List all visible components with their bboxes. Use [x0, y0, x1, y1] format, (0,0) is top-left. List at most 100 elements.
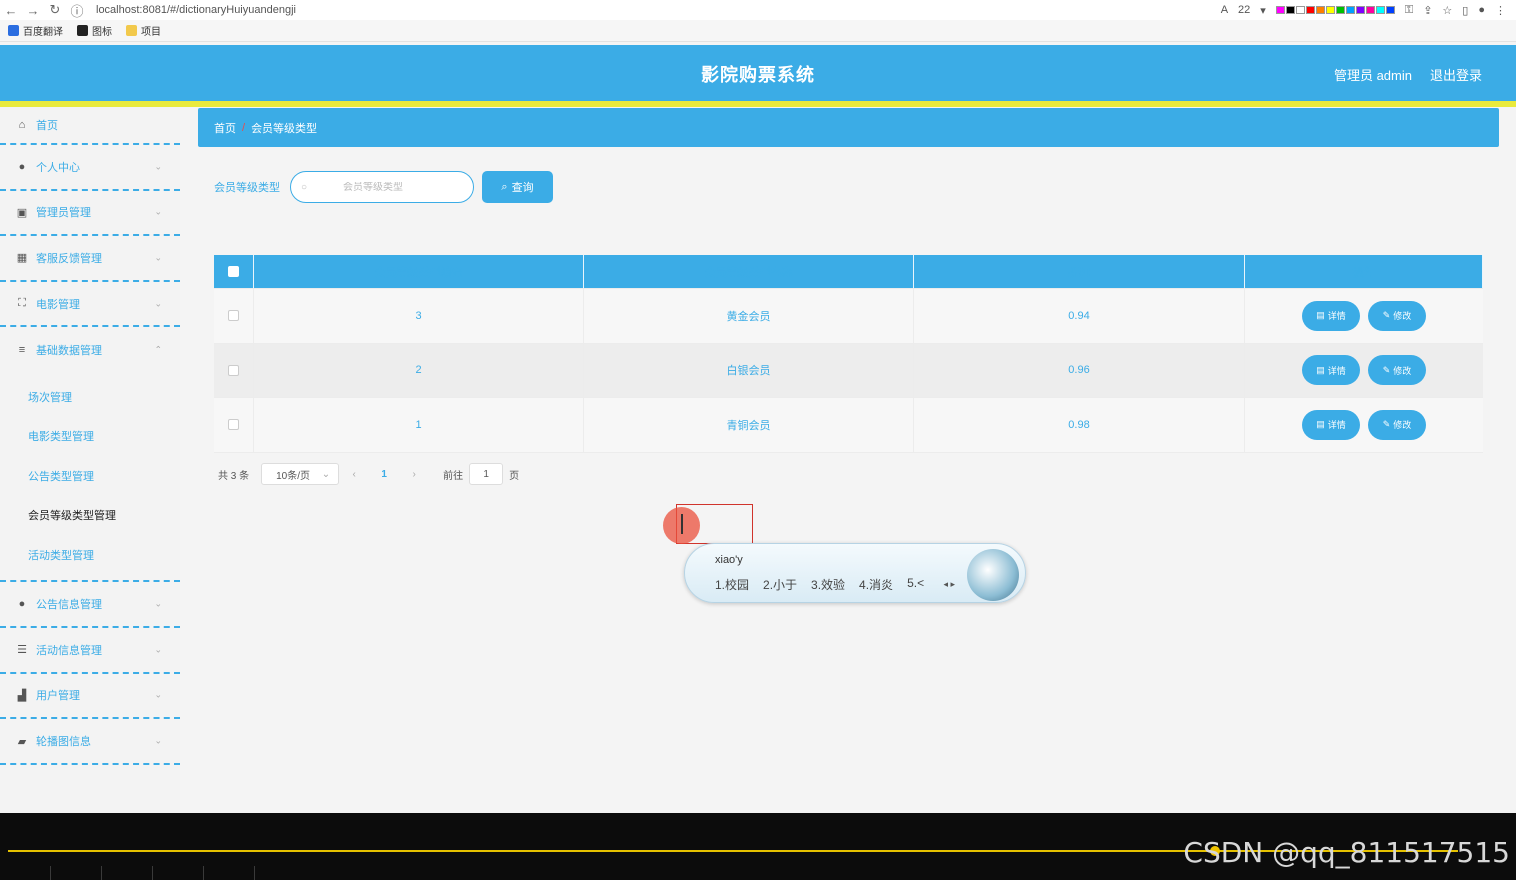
color-swatch[interactable]	[1305, 6, 1315, 14]
breadcrumb-home[interactable]: 首页	[214, 120, 236, 136]
chevron-up-icon: ⌃	[154, 344, 162, 355]
table-row: 2 白银会员 0.96 ▤ 详情 ✎ 修改	[214, 343, 1483, 398]
search-icon: ⌕	[501, 180, 508, 193]
chevron-down-icon: ⌄	[321, 468, 331, 480]
search-input[interactable]	[343, 181, 474, 193]
forward-icon[interactable]: →	[22, 3, 44, 18]
color-swatch[interactable]	[1325, 6, 1335, 14]
ime-candidate[interactable]: 4.消炎	[859, 576, 893, 593]
color-swatch[interactable]	[1315, 6, 1325, 14]
dropdown-icon[interactable]: ▾	[1260, 4, 1266, 17]
goto-page-input[interactable]	[469, 463, 504, 485]
sidebar-item-movies[interactable]: ⛶ 电影管理 ⌄	[0, 282, 180, 328]
pencil-icon: ✎	[1382, 364, 1391, 375]
current-user: 管理员 admin	[1333, 68, 1412, 83]
column-header-discount[interactable]: 折扣	[914, 255, 1245, 288]
color-swatch[interactable]	[1345, 6, 1355, 14]
detail-button[interactable]: ▤ 详情	[1302, 355, 1360, 386]
share-icon[interactable]: ⇪	[1423, 4, 1432, 17]
frame-icon: ⛶	[18, 297, 26, 310]
ime-candidate-window: xiao'y 1.校园 2.小于 3.效验 4.消炎 5.< ◂ ▸	[684, 543, 1026, 603]
select-all-checkbox[interactable]	[228, 266, 239, 277]
watermark-text: CSDN @qq_811517515	[1183, 836, 1510, 869]
cell-name: 白银会员	[584, 343, 914, 397]
sidebar-subitem-movie-types[interactable]: 电影类型管理	[0, 416, 180, 456]
sidebar-item-admins[interactable]: ▣ 管理员管理 ⌄	[0, 191, 180, 237]
bookmark-translate[interactable]: 百度翻译	[8, 23, 63, 38]
edit-button[interactable]: ✎ 修改	[1368, 409, 1426, 440]
sidebar-item-activities[interactable]: ☰ 活动信息管理 ⌄	[0, 628, 180, 674]
bookmark-icons[interactable]: 图标	[77, 23, 112, 38]
zoom-level[interactable]: 22	[1238, 4, 1250, 16]
ime-candidate[interactable]: 1.校园	[715, 576, 749, 593]
timeline-tick	[51, 866, 102, 880]
prev-page-icon[interactable]: ‹	[339, 469, 369, 480]
sidebar-subitem-activity-types[interactable]: 活动类型管理	[0, 535, 180, 575]
page-size-select[interactable]: 10条/页 ⌄	[261, 463, 340, 485]
users-icon: ▟	[17, 689, 27, 702]
address-bar[interactable]: localhost:8081/#/dictionaryHuiyuandengji	[96, 4, 296, 16]
row-checkbox[interactable]	[228, 364, 239, 376]
menu-icon[interactable]: ⋮	[1495, 4, 1506, 17]
back-icon[interactable]: ←	[0, 3, 22, 18]
browser-toolbar: ← → ↻ ⓘ localhost:8081/#/dictionaryHuiyu…	[0, 0, 1516, 20]
sidebar-item-basic-data[interactable]: ≡ 基础数据管理 ⌃	[0, 327, 180, 373]
sidebar-item-notices[interactable]: ● 公告信息管理 ⌄	[0, 582, 180, 629]
reload-icon[interactable]: ↻	[44, 2, 66, 18]
page-number-current[interactable]: 1	[369, 469, 399, 480]
ime-candidates: 1.校园 2.小于 3.效验 4.消炎 5.<	[715, 576, 924, 593]
search-button[interactable]: ⌕ 查询	[482, 171, 553, 203]
sidebar-item-profile[interactable]: ● 个人中心 ⌄	[0, 145, 180, 191]
color-swatches[interactable]	[1275, 6, 1395, 14]
next-page-icon[interactable]: ›	[399, 469, 429, 480]
ime-page-arrows-icon[interactable]: ◂ ▸	[943, 579, 955, 590]
chevron-down-icon: ⌄	[154, 206, 162, 217]
edit-button[interactable]: ✎ 修改	[1368, 355, 1426, 386]
column-header-code[interactable]: 会员等级类型编码	[254, 255, 584, 288]
bookmark-project[interactable]: 项目	[126, 23, 161, 38]
edit-button[interactable]: ✎ 修改	[1368, 300, 1426, 331]
chevron-down-icon: ⌄	[154, 252, 162, 263]
color-swatch[interactable]	[1335, 6, 1345, 14]
color-swatch[interactable]	[1385, 6, 1395, 14]
color-swatch[interactable]	[1295, 6, 1305, 14]
sidebar-subitem-notice-types[interactable]: 公告类型管理	[0, 456, 180, 496]
header-divider	[0, 101, 1516, 107]
ime-candidate[interactable]: 5.<	[907, 576, 924, 593]
logout-link[interactable]: 退出登录	[1430, 65, 1482, 84]
detail-button[interactable]: ▤ 详情	[1302, 409, 1360, 440]
color-swatch[interactable]	[1375, 6, 1385, 14]
badge-icon: ▣	[16, 206, 28, 219]
info-icon[interactable]: ⓘ	[66, 1, 88, 20]
key-icon[interactable]: ⚿	[1405, 4, 1413, 17]
sidebar-item-users[interactable]: ▟ 用户管理 ⌄	[0, 674, 180, 720]
list-icon: ☰	[17, 644, 27, 657]
star-icon[interactable]: ☆	[1442, 4, 1452, 17]
column-header-name[interactable]: 会员等级类型名称	[584, 255, 914, 288]
ime-candidate[interactable]: 3.效验	[811, 576, 845, 593]
color-swatch[interactable]	[1275, 6, 1285, 14]
profile-icon[interactable]: ●	[1478, 4, 1485, 16]
text-cursor-icon	[681, 514, 683, 534]
row-checkbox[interactable]	[228, 419, 239, 431]
breadcrumb-separator: /	[242, 121, 246, 134]
timeline-tick	[0, 866, 51, 880]
sidebar-item-carousel[interactable]: ▰ 轮播图信息 ⌄	[0, 719, 180, 765]
font-icon[interactable]: A	[1221, 4, 1228, 16]
sidebar-subitem-member-levels[interactable]: 会员等级类型管理	[0, 495, 180, 535]
row-checkbox-cell	[214, 398, 254, 452]
sidebar-item-feedback[interactable]: ▦ 客服反馈管理 ⌄	[0, 236, 180, 282]
sidebar-subitem-sessions[interactable]: 场次管理	[0, 377, 180, 417]
detail-button[interactable]: ▤ 详情	[1302, 300, 1360, 331]
cell-code: 1	[254, 398, 584, 452]
sidebar-icon[interactable]: ▯	[1462, 4, 1468, 17]
ime-candidate[interactable]: 2.小于	[763, 576, 797, 593]
color-swatch[interactable]	[1365, 6, 1375, 14]
row-checkbox-cell	[214, 343, 254, 397]
row-checkbox[interactable]	[228, 310, 239, 322]
sidebar-item-home[interactable]: ⌂ 首页	[0, 107, 180, 145]
translate-icon	[8, 25, 19, 36]
color-swatch[interactable]	[1285, 6, 1295, 14]
color-swatch[interactable]	[1355, 6, 1365, 14]
search-field[interactable]: ○	[290, 171, 474, 203]
